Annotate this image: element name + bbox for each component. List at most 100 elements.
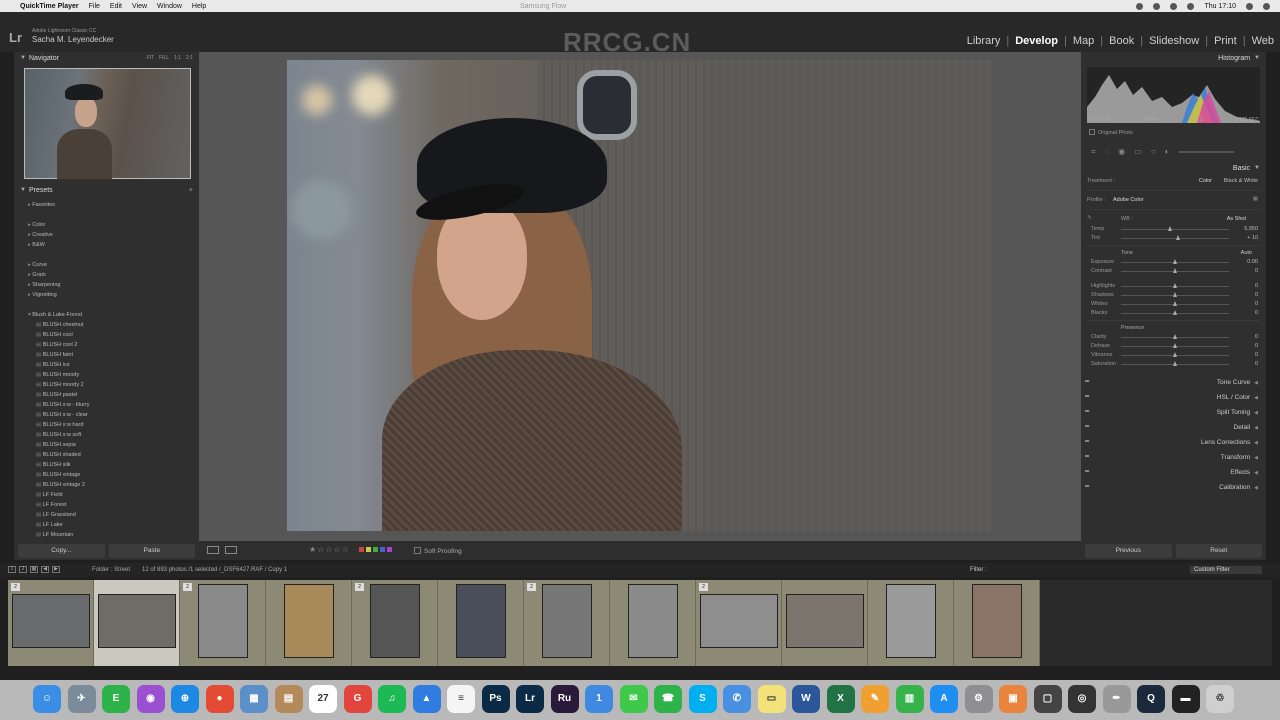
finder-icon[interactable]: ☺ (33, 685, 61, 713)
filmstrip-frame[interactable] (868, 580, 954, 666)
preset-group[interactable]: Favorites (14, 200, 199, 210)
slider-track[interactable] (1121, 229, 1229, 230)
preset-item[interactable]: BLUSH s:w hard (14, 420, 199, 430)
folder-source[interactable]: Folder : Street (92, 567, 130, 573)
slider-value[interactable]: 0 (1255, 343, 1258, 349)
feather-icon[interactable]: ✒ (1102, 685, 1131, 713)
tool-slider[interactable] (1178, 151, 1234, 153)
basic-header[interactable]: Basic ▼ (1081, 162, 1266, 174)
slider-thumb[interactable] (1173, 268, 1177, 273)
app-menu[interactable]: QuickTime Player (20, 3, 79, 10)
clock[interactable]: Thu 17:10 (1204, 3, 1236, 10)
crop-icon[interactable]: ⌗ (1091, 147, 1096, 157)
panel-switch-icon[interactable] (1085, 485, 1089, 487)
preset-group[interactable]: Color (14, 220, 199, 230)
filmstrip-frame[interactable] (782, 580, 868, 666)
slider-thumb[interactable] (1173, 352, 1177, 357)
filmstrip-frame[interactable]: 2 (8, 580, 94, 666)
numbers-icon[interactable]: ▥ (895, 685, 924, 713)
menu-view[interactable]: View (132, 3, 147, 10)
stack-badge[interactable]: 2 (355, 583, 364, 591)
pages-icon[interactable]: ✎ (861, 685, 889, 713)
menu-window[interactable]: Window (157, 3, 182, 10)
slider-value[interactable]: + 10 (1247, 235, 1258, 241)
word-icon[interactable]: W (792, 685, 820, 713)
quicktime-icon[interactable]: Q (1137, 685, 1165, 713)
filmstrip-frame[interactable] (94, 580, 180, 666)
slider-value[interactable]: 0 (1255, 352, 1258, 358)
slider-value[interactable]: 0 (1255, 268, 1258, 274)
messages-icon[interactable]: ✉ (619, 685, 648, 713)
slider-value[interactable]: 0 (1255, 283, 1258, 289)
appstore-icon[interactable]: A (930, 685, 958, 713)
status-icon[interactable] (1153, 2, 1161, 10)
soft-proofing-toggle[interactable]: Soft Proofing (414, 547, 462, 555)
eyedropper-icon[interactable]: ✎ (1087, 215, 1092, 221)
panel-transform[interactable]: Transform (1081, 450, 1266, 465)
loupe-view-icon[interactable] (207, 546, 219, 554)
radial-filter-icon[interactable]: ○ (1151, 147, 1156, 157)
books-icon[interactable]: ▣ (999, 685, 1027, 713)
stack-badge[interactable]: 2 (11, 583, 20, 591)
panel-switch-icon[interactable] (1085, 440, 1089, 442)
excel-icon[interactable]: X (826, 685, 855, 713)
auto-tone-button[interactable]: Auto (1241, 250, 1252, 256)
preset-group[interactable]: Sharpening (14, 280, 199, 290)
preset-item[interactable]: BLUSH chestnut (14, 320, 199, 330)
slider-thumb[interactable] (1173, 301, 1177, 306)
previous-button[interactable]: Previous (1085, 544, 1172, 558)
filmstrip-thumbnail[interactable] (370, 584, 420, 658)
preset-item[interactable]: BLUSH cool 2 (14, 340, 199, 350)
stack-badge[interactable]: 2 (183, 583, 192, 591)
slider-thumb[interactable] (1173, 259, 1177, 264)
slider-thumb[interactable] (1167, 226, 1172, 231)
filmstrip-frame[interactable]: 2 (180, 580, 266, 666)
zoom-1-1[interactable]: 1:1 (174, 55, 181, 61)
wifi-icon[interactable] (1170, 2, 1178, 10)
evernote-icon[interactable]: E (102, 685, 130, 713)
filmstrip-thumbnail[interactable] (972, 584, 1022, 658)
preset-group[interactable]: B&W (14, 240, 199, 250)
slider-thumb[interactable] (1173, 283, 1177, 288)
filmstrip-frame[interactable] (438, 580, 524, 666)
slider-track[interactable] (1121, 238, 1229, 239)
main-photo[interactable] (287, 60, 993, 531)
slider-value[interactable]: 0.00 (1247, 259, 1258, 265)
preset-item[interactable]: LF Field (14, 490, 199, 500)
preset-item[interactable]: BLUSH s:w soft (14, 430, 199, 440)
filmstrip-thumbnail[interactable] (198, 584, 248, 658)
filmstrip-thumbnail[interactable] (456, 584, 506, 658)
profile-select[interactable]: Adobe Color (1113, 197, 1144, 203)
menu-file[interactable]: File (89, 3, 100, 10)
menu-help[interactable]: Help (192, 3, 206, 10)
preset-item[interactable]: BLUSH vintage 2 (14, 480, 199, 490)
onepassword-icon[interactable]: 1 (585, 685, 613, 713)
notes-icon[interactable]: ≡ (447, 685, 475, 713)
red-eye-icon[interactable]: ◉ (1118, 147, 1125, 157)
filmstrip-frame[interactable]: 2 (524, 580, 610, 666)
filmstrip-thumbnail[interactable] (628, 584, 678, 658)
chrome-icon[interactable]: ● (205, 685, 234, 713)
module-web[interactable]: Web (1252, 35, 1274, 47)
preset-item[interactable]: BLUSH ice (14, 360, 199, 370)
selection-info[interactable]: 12 of 893 photos /1 selected /_DSF6427.R… (142, 567, 287, 573)
preset-item[interactable]: BLUSH silk (14, 460, 199, 470)
volume-icon[interactable] (1187, 2, 1195, 10)
color-labels[interactable] (359, 547, 392, 552)
page-1-button[interactable]: 1 (8, 566, 16, 573)
treatment-color[interactable]: Color (1199, 178, 1212, 184)
printer-icon[interactable]: ▢ (1033, 685, 1062, 713)
spot-removal-icon[interactable]: ◌ (1105, 147, 1110, 157)
slider-thumb[interactable] (1176, 235, 1181, 240)
preset-item[interactable]: LF Mountain (14, 530, 199, 538)
rush-icon[interactable]: Ru (550, 685, 579, 713)
paste-button[interactable]: Paste (108, 544, 195, 558)
before-after-icon[interactable] (225, 546, 237, 554)
slider-value[interactable]: 0 (1255, 292, 1258, 298)
module-develop[interactable]: Develop (1015, 35, 1058, 47)
stack-badge[interactable]: 2 (699, 583, 708, 591)
slider-value[interactable]: 5,950 (1244, 226, 1258, 232)
filmstrip-thumbnail[interactable] (786, 594, 864, 648)
zoom-fill[interactable]: FILL (159, 55, 169, 61)
safari-icon[interactable]: ⊕ (171, 685, 199, 713)
